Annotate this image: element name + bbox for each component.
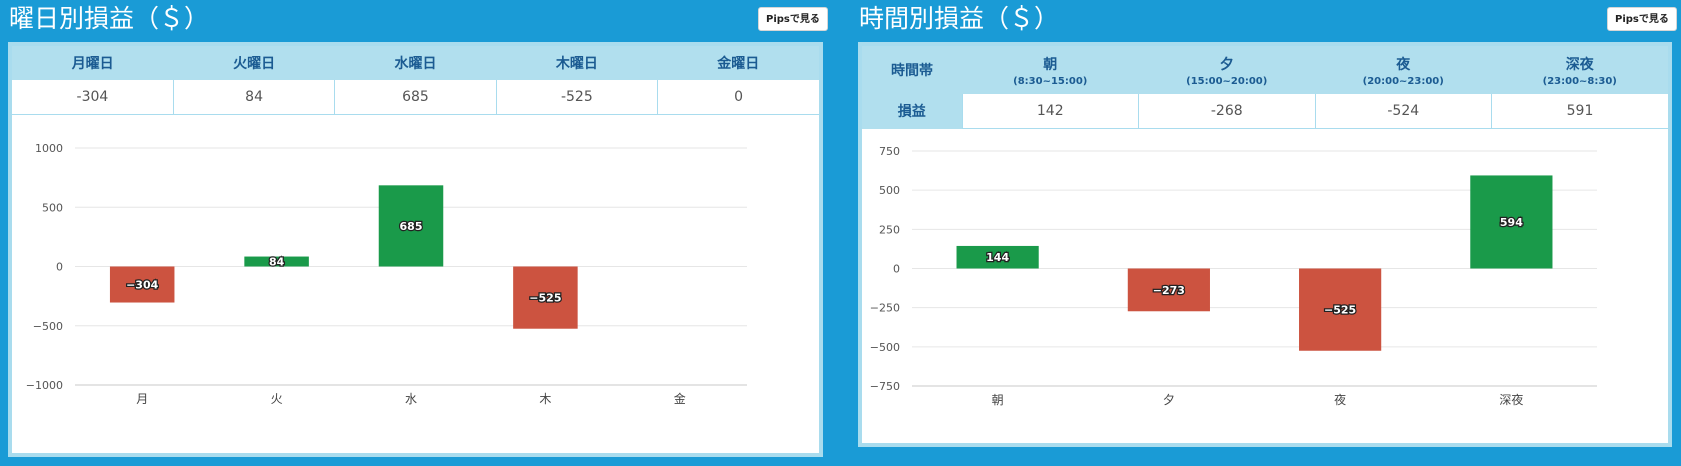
timeslot-header-range: (23:00~8:30) <box>1542 75 1617 87</box>
weekday-bar-chart: 1000 500 0 −500 −1000 −304 月 84 火 685 水 −525 木 金 <box>26 142 747 406</box>
weekday-header: 水曜日 <box>334 46 497 80</box>
bar-data-label: −525 <box>529 292 561 305</box>
timeslot-header-label: 夕 <box>1219 56 1234 73</box>
weekday-header: 木曜日 <box>496 46 658 80</box>
weekday-value: -525 <box>495 80 658 115</box>
bar-data-label: −525 <box>1324 304 1356 317</box>
timeslot-table: 時間帯 朝 (8:30~15:00) 夕 (15:00~20:00) 夜 (20… <box>862 46 1668 129</box>
y-tick-label: 0 <box>56 261 63 274</box>
weekday-header: 月曜日 <box>12 46 174 80</box>
x-category-label: 水 <box>405 392 417 406</box>
bar-data-label: −304 <box>126 279 159 292</box>
weekday-card: 月曜日 火曜日 水曜日 木曜日 金曜日 -304 84 685 -525 0 1… <box>8 42 823 457</box>
bar-data-label: 685 <box>400 220 423 233</box>
x-category-label: 夜 <box>1334 392 1346 407</box>
y-tick-label: 1000 <box>35 142 63 155</box>
y-tick-label: −250 <box>870 302 900 315</box>
weekday-table: 月曜日 火曜日 水曜日 木曜日 金曜日 -304 84 685 -525 0 <box>12 46 819 115</box>
time-band-header: 時間帯 <box>862 46 962 94</box>
x-category-label: 朝 <box>992 393 1004 407</box>
timeslot-header-range: (15:00~20:00) <box>1186 75 1268 87</box>
timeslot-header-range: (8:30~15:00) <box>1013 75 1088 87</box>
bar-data-label: 144 <box>986 251 1009 264</box>
timeslot-header: 夕 (15:00~20:00) <box>1138 46 1315 94</box>
weekday-header: 火曜日 <box>173 46 335 80</box>
y-tick-label: 0 <box>893 263 900 276</box>
timeslot-card: 時間帯 朝 (8:30~15:00) 夕 (15:00~20:00) 夜 (20… <box>858 42 1672 447</box>
profit-loss-header: 損益 <box>862 94 962 129</box>
x-category-label: 木 <box>539 392 551 406</box>
timeslot-header: 深夜 (23:00~8:30) <box>1491 46 1668 94</box>
y-tick-label: −750 <box>870 380 900 393</box>
timeslot-header-label: 朝 <box>1043 56 1058 73</box>
weekday-title: 曜日別損益（＄） <box>9 4 210 33</box>
y-tick-label: −1000 <box>26 379 63 392</box>
x-category-label: 月 <box>136 392 148 406</box>
timeslot-value: -524 <box>1314 94 1492 129</box>
weekday-value: 0 <box>657 80 819 115</box>
y-tick-label: 500 <box>42 201 63 214</box>
x-category-label: 深夜 <box>1499 392 1523 407</box>
y-tick-label: −500 <box>870 341 900 354</box>
timeslot-value: 142 <box>961 94 1139 129</box>
y-tick-label: −500 <box>33 320 63 333</box>
weekday-header: 金曜日 <box>657 46 819 80</box>
y-tick-label: 250 <box>879 223 900 236</box>
weekday-pips-button[interactable]: Pipsで見る <box>758 7 828 31</box>
bar-data-label: 594 <box>1500 216 1523 229</box>
weekday-value: -304 <box>12 80 174 115</box>
timeslot-header: 夜 (20:00~23:00) <box>1315 46 1492 94</box>
timeslot-header-range: (20:00~23:00) <box>1362 75 1444 87</box>
weekday-value: 84 <box>172 80 335 115</box>
x-category-label: 金 <box>674 391 686 406</box>
bar-data-label: −273 <box>1153 284 1185 297</box>
x-category-label: 火 <box>271 392 283 406</box>
y-tick-label: 750 <box>879 145 900 158</box>
bar-data-label: 84 <box>269 256 285 269</box>
timeslot-header: 朝 (8:30~15:00) <box>962 46 1139 94</box>
timeslot-title: 時間別損益（＄） <box>859 4 1060 33</box>
x-category-label: 夕 <box>1163 393 1175 407</box>
timeslot-header-label: 夜 <box>1396 56 1411 73</box>
timeslot-header-label: 深夜 <box>1565 56 1594 73</box>
timeslot-value: 591 <box>1491 94 1668 129</box>
timeslot-value: -268 <box>1138 94 1315 129</box>
timeslot-pips-button[interactable]: Pipsで見る <box>1607 7 1677 31</box>
y-tick-label: 500 <box>879 184 900 197</box>
weekday-value: 685 <box>334 80 497 115</box>
timeslot-bar-chart: 750 500 250 0 −250 −500 −750 144 朝 −273 夕 −525 夜 594 深… <box>870 145 1597 407</box>
